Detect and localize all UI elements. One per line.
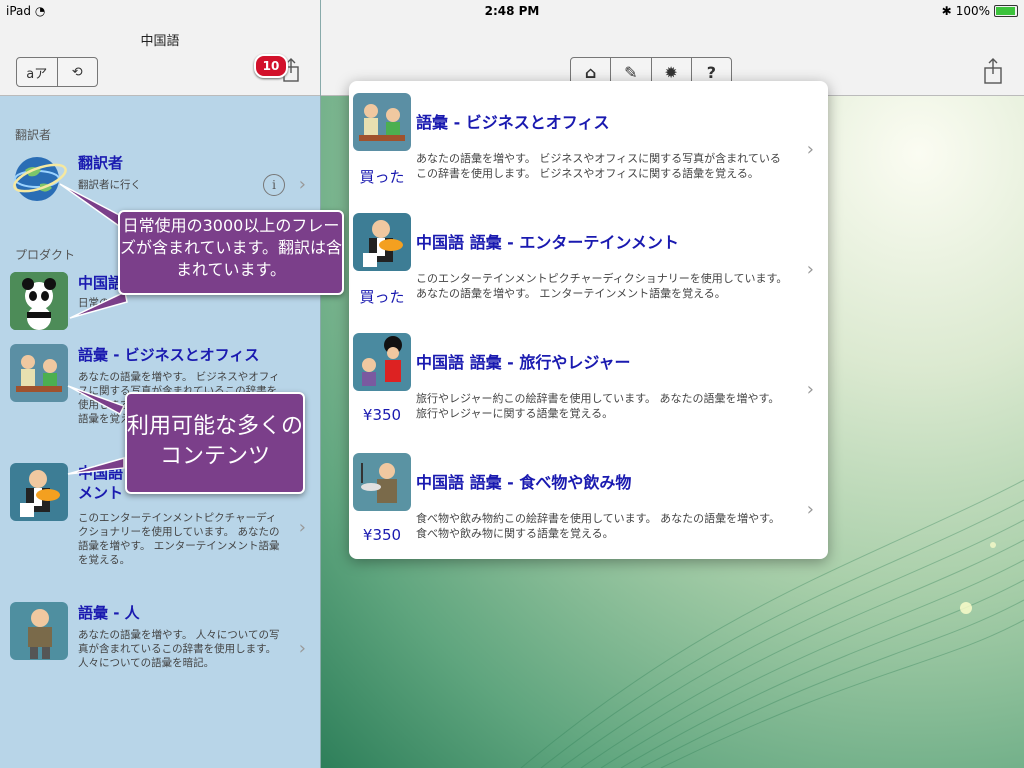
- info-icon[interactable]: i: [263, 174, 285, 196]
- store-item[interactable]: 買った 語彙 - ビジネスとオフィス あなたの語彙を増やす。 ビジネスやオフィス…: [349, 81, 828, 201]
- store-item-title: 語彙 - ビジネスとオフィス: [416, 113, 610, 132]
- chevron-right-icon: ›: [298, 174, 306, 195]
- translator-title: 翻訳者: [78, 154, 124, 172]
- bluetooth-icon: ✱: [941, 4, 952, 18]
- product-title: 語彙 - 人: [78, 604, 140, 622]
- price-label[interactable]: 買った: [349, 286, 415, 307]
- store-item-title: 中国語 語彙 - 食べ物や飲み物: [416, 473, 632, 492]
- store-item[interactable]: 買った 中国語 語彙 - エンターテインメント このエンターテインメントピクチャ…: [349, 201, 828, 321]
- section-header-translator: 翻訳者: [15, 128, 52, 142]
- swap-button[interactable]: ⟲: [56, 58, 98, 86]
- chevron-right-icon: ›: [298, 517, 306, 538]
- battery-icon: [994, 5, 1018, 17]
- price-label[interactable]: ¥350: [349, 526, 415, 544]
- notification-badge: 10: [254, 54, 288, 78]
- store-item-desc: あなたの語彙を増やす。 ビジネスやオフィスに関する写真が含まれているこの辞書を使…: [416, 152, 781, 180]
- people-icon: [10, 602, 68, 660]
- callout-arrows-bottom: [67, 385, 126, 475]
- chevron-right-icon: ›: [298, 638, 306, 659]
- status-bar: iPad ◔ 2:48 PM ✱ 100%: [0, 0, 1024, 22]
- sidebar-segmented-control: aア ⟲: [16, 57, 98, 87]
- chevron-right-icon: ›: [806, 499, 814, 520]
- share-icon[interactable]: [983, 58, 1003, 84]
- callout-phrases: 日常使用の3000以上のフレーズが含まれています。翻訳は含まれています。: [118, 210, 344, 295]
- clock: 2:48 PM: [484, 4, 540, 18]
- waiter-icon: [353, 213, 411, 271]
- product-desc: このエンターテインメントピクチャーディクショナリーを使用しています。 あなたの語…: [78, 512, 280, 566]
- product-desc: あなたの語彙を増やす。 人々についての写真が含まれているこの辞書を使用します。 …: [78, 629, 280, 669]
- travel-icon: [353, 333, 411, 391]
- food-icon: [353, 453, 411, 511]
- battery-label: 100%: [955, 4, 990, 18]
- office-people-icon: [10, 344, 68, 402]
- store-item-title: 中国語 語彙 - 旅行やレジャー: [416, 353, 631, 372]
- sidebar-title: 中国語: [140, 34, 180, 49]
- store-item-desc: 旅行やレジャー約この絵辞書を使用しています。 あなたの語彙を増やす。 旅行やレジ…: [416, 392, 780, 420]
- chevron-right-icon: ›: [806, 379, 814, 400]
- store-item-title: 中国語 語彙 - エンターテインメント: [416, 233, 679, 252]
- store-item-desc: 食べ物や飲み物約この絵辞書を使用しています。 あなたの語彙を増やす。 食べ物や飲…: [416, 512, 780, 540]
- sidebar: 中国語 aア ⟲ 10 翻訳者 翻訳者 翻訳者に行く i › プロダクト 中国語…: [0, 0, 321, 768]
- translator-row[interactable]: 翻訳者 翻訳者に行く i ›: [0, 148, 320, 208]
- callout-content: 利用可能な多くのコンテンツ: [125, 392, 305, 494]
- store-popover: 買った 語彙 - ビジネスとオフィス あなたの語彙を増やす。 ビジネスやオフィス…: [349, 81, 828, 559]
- store-item[interactable]: ¥350 中国語 語彙 - 旅行やレジャー 旅行やレジャー約この絵辞書を使用して…: [349, 321, 828, 441]
- price-label[interactable]: 買った: [349, 166, 415, 187]
- product-row[interactable]: 語彙 - 人 あなたの語彙を増やす。 人々についての写真が含まれているこの辞書を…: [0, 602, 320, 672]
- office-people-icon: [353, 93, 411, 151]
- status-right: ✱ 100%: [942, 4, 1018, 18]
- chevron-right-icon: ›: [806, 259, 814, 280]
- store-item[interactable]: ¥350 中国語 語彙 - 食べ物や飲み物 食べ物や飲み物約この絵辞書を使用して…: [349, 441, 828, 559]
- store-item-desc: このエンターテインメントピクチャーディクショナリーを使用しています。 あなたの語…: [416, 272, 788, 300]
- kana-toggle-button[interactable]: aア: [17, 58, 57, 86]
- product-title: 語彙 - ビジネスとオフィス: [78, 346, 260, 364]
- chevron-right-icon: ›: [806, 139, 814, 160]
- waiter-icon: [10, 463, 68, 521]
- price-label[interactable]: ¥350: [349, 406, 415, 424]
